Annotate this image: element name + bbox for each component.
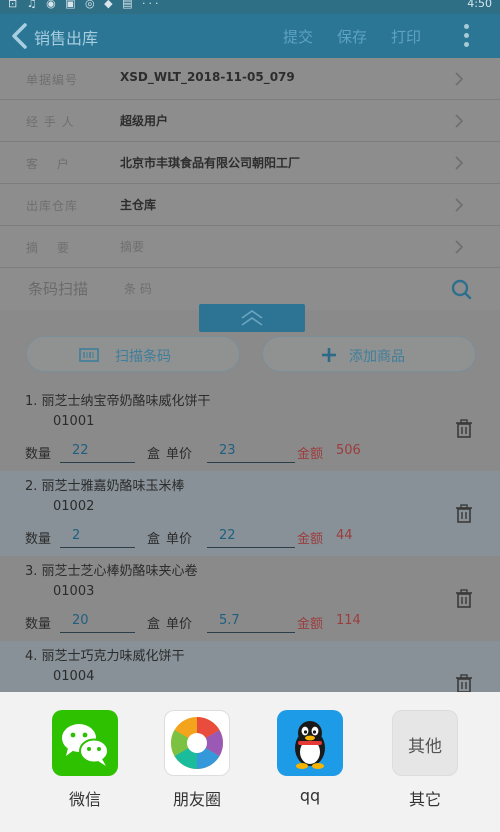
share-wechat[interactable]: 微信 [45,710,125,810]
save-button[interactable]: 保存 [337,26,367,47]
print-button[interactable]: 打印 [391,26,421,47]
barcode-icon [79,348,99,362]
moments-icon [164,710,230,776]
product-code: 01003 [53,584,95,599]
page-title: 销售出库 [34,29,99,48]
trash-icon[interactable] [455,504,473,524]
wechat-icon [52,710,118,776]
amount-label: 金额 [297,532,324,547]
share-moments-label: 朋友圈 [172,790,221,809]
customer-value: 北京市丰琪食品有限公司朝阳工厂 [120,156,301,170]
share-moments[interactable]: 朋友圈 [157,710,237,810]
price-label: 单价 [166,447,193,462]
status-bar: ⊡ ♫ ◉ ▣ ◎ ◆ ▤ ··· 4:50 [0,0,500,14]
doc-number-label: 单据编号 [26,73,79,87]
share-other[interactable]: 其他 其它 [385,710,465,810]
summary-row[interactable]: 摘 要 摘要 [0,226,500,268]
amount-label: 金额 [297,617,324,632]
doc-number-value: XSD_WLT_2018-11-05_079 [120,70,295,84]
product-name: 2. 丽芝士雅嘉奶酪味玉米棒 [25,479,185,494]
handler-value: 超级用户 [120,114,169,128]
quantity-field[interactable]: 20 [60,613,135,633]
warehouse-label: 出库仓库 [26,199,79,213]
share-wechat-label: 微信 [68,790,101,809]
price-field[interactable]: 23 [207,443,295,463]
search-icon[interactable] [450,278,472,300]
product-code: 01001 [53,414,95,429]
summary-label: 摘 要 [26,241,70,255]
doc-number-row[interactable]: 单据编号 XSD_WLT_2018-11-05_079 [0,58,500,100]
submit-button[interactable]: 提交 [283,26,313,47]
title-bar: 销售出库 提交 保存 打印 [0,14,500,58]
scan-barcode-label: 扫描条码 [115,349,171,365]
amount-value: 114 [336,613,361,628]
share-qq-label: qq [299,786,321,805]
status-icons: ⊡ ♫ ◉ ▣ ◎ ◆ ▤ ··· [8,0,162,10]
product-name: 4. 丽芝士巧克力味威化饼干 [25,649,185,664]
product-name: 1. 丽芝士纳宝帝奶酪味威化饼干 [25,394,211,409]
more-options-icon[interactable] [464,24,470,50]
barcode-label: 条码扫描 [28,280,89,298]
add-product-button[interactable]: 添加商品 [262,336,476,372]
list-item[interactable]: 1. 丽芝士纳宝帝奶酪味威化饼干 01001 数量 22 盒 单价 23 金额 … [0,386,500,471]
qq-penguin-icon [277,710,343,776]
product-code: 01004 [53,669,95,684]
double-chevron-up-icon [241,310,263,326]
amount-value: 506 [336,443,361,458]
trash-icon[interactable] [455,589,473,609]
back-arrow-icon[interactable] [8,22,34,50]
price-label: 单价 [166,617,193,632]
summary-value: 摘要 [120,240,145,254]
order-form: 单据编号 XSD_WLT_2018-11-05_079 经 手 人 超级用户 客… [0,58,500,310]
chevron-right-icon [455,72,464,86]
price-field[interactable]: 22 [207,528,295,548]
share-qq[interactable]: qq [270,710,350,805]
chevron-right-icon [455,156,464,170]
other-icon-text: 其他 [408,737,442,757]
price-field[interactable]: 5.7 [207,613,295,633]
status-time: 4:50 [467,0,492,10]
trash-icon[interactable] [455,419,473,439]
share-other-label: 其它 [408,790,441,809]
amount-label: 金额 [297,447,324,462]
unit-label: 盒 [147,617,161,632]
plus-icon [322,348,336,362]
warehouse-row[interactable]: 出库仓库 主仓库 [0,184,500,226]
quantity-field[interactable]: 2 [60,528,135,548]
list-item[interactable]: 3. 丽芝士芝心棒奶酪味夹心卷 01003 数量 20 盒 单价 5.7 金额 … [0,556,500,641]
share-sheet: 微信 朋友圈 qq 其他 其它 [0,692,500,832]
unit-label: 盒 [147,447,161,462]
other-icon: 其他 [392,710,458,776]
collapse-toggle[interactable] [199,304,305,332]
unit-label: 盒 [147,532,161,547]
handler-row[interactable]: 经 手 人 超级用户 [0,100,500,142]
quantity-label: 数量 [25,617,52,632]
chevron-right-icon [455,198,464,212]
product-name: 3. 丽芝士芝心棒奶酪味夹心卷 [25,564,198,579]
chevron-right-icon [455,240,464,254]
trash-icon[interactable] [455,674,473,694]
add-product-label: 添加商品 [349,349,405,365]
product-list: 1. 丽芝士纳宝帝奶酪味威化饼干 01001 数量 22 盒 单价 23 金额 … [0,386,500,726]
price-label: 单价 [166,532,193,547]
barcode-input[interactable]: 条 码 [124,280,152,297]
scan-barcode-button[interactable]: 扫描条码 [26,336,240,372]
product-code: 01002 [53,499,95,514]
amount-value: 44 [336,528,353,543]
handler-label: 经 手 人 [26,115,75,129]
customer-row[interactable]: 客 户 北京市丰琪食品有限公司朝阳工厂 [0,142,500,184]
chevron-right-icon [455,114,464,128]
quantity-label: 数量 [25,532,52,547]
list-item[interactable]: 2. 丽芝士雅嘉奶酪味玉米棒 01002 数量 2 盒 单价 22 金额 44 [0,471,500,556]
warehouse-value: 主仓库 [120,198,157,212]
quantity-label: 数量 [25,447,52,462]
customer-label: 客 户 [26,157,70,171]
quantity-field[interactable]: 22 [60,443,135,463]
